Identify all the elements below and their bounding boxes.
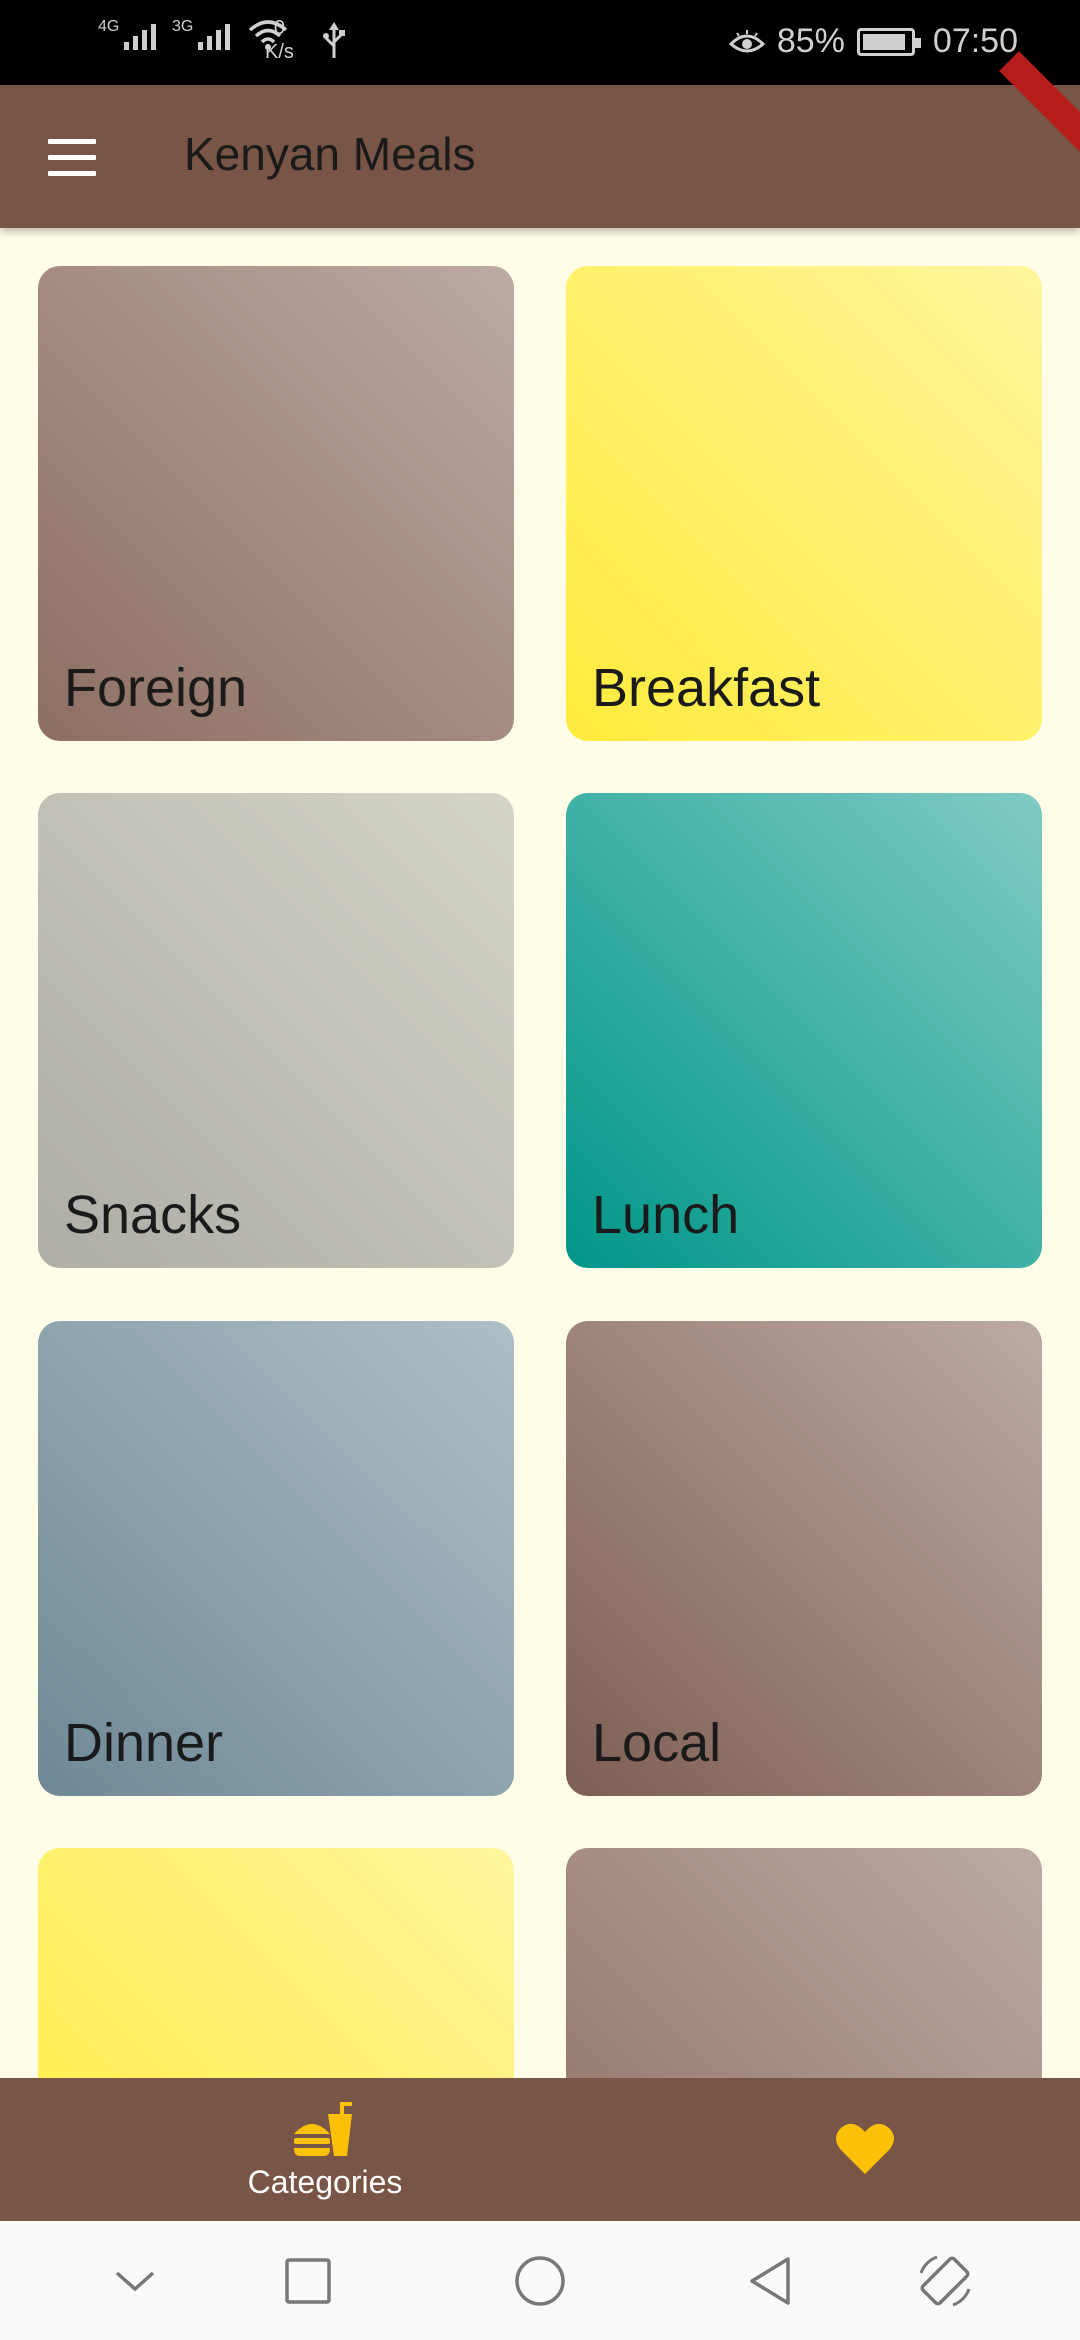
signal-4g-icon: 4G <box>98 18 156 50</box>
category-tile-snacks[interactable]: Snacks <box>38 793 514 1268</box>
category-tile-local[interactable]: Local <box>566 1321 1042 1796</box>
back-icon[interactable] <box>720 2221 820 2340</box>
signal-3g-label: 3G <box>172 18 194 35</box>
home-icon[interactable] <box>490 2221 590 2340</box>
category-tile-partial-1[interactable] <box>38 1848 514 2078</box>
chevron-down-icon[interactable] <box>85 2221 185 2340</box>
battery-percent: 85% <box>776 22 845 60</box>
category-label: Dinner <box>64 1713 224 1773</box>
category-label: Local <box>592 1713 722 1773</box>
category-tile-partial-2[interactable] <box>566 1848 1042 2078</box>
fastfood-icon <box>290 2100 360 2160</box>
eye-comfort-icon <box>728 29 765 52</box>
system-navigation-bar <box>0 2221 1080 2340</box>
status-bar: 4G 3G 0 K/s 85% 07:50 <box>0 0 1080 85</box>
category-label: Foreign <box>64 658 248 718</box>
bottom-navigation: Categories <box>0 2078 1080 2221</box>
nav-label-categories: Categories <box>247 2164 403 2200</box>
status-left: 4G 3G <box>90 18 288 50</box>
rotate-icon[interactable] <box>895 2221 995 2340</box>
speed-value: 0 <box>273 17 286 39</box>
category-tile-lunch[interactable]: Lunch <box>566 793 1042 1268</box>
signal-4g-label: 4G <box>98 18 120 35</box>
recents-icon[interactable] <box>258 2221 358 2340</box>
category-tile-dinner[interactable]: Dinner <box>38 1321 514 1796</box>
speed-unit: K/s <box>265 41 294 63</box>
category-grid[interactable]: Foreign Breakfast Snacks Lunch Dinner Lo… <box>0 228 1080 2078</box>
signal-3g-icon: 3G <box>172 18 230 50</box>
page-title: Kenyan Meals <box>184 128 476 180</box>
battery-icon <box>856 27 921 56</box>
category-label: Breakfast <box>592 658 821 718</box>
clock: 07:50 <box>932 22 1018 60</box>
network-speed: 0 K/s <box>265 16 294 64</box>
status-right: 85% 07:50 <box>728 22 1018 61</box>
category-tile-breakfast[interactable]: Breakfast <box>566 266 1042 741</box>
nav-item-categories[interactable]: Categories <box>245 2100 405 2201</box>
heart-icon <box>836 2123 894 2174</box>
category-tile-foreign[interactable]: Foreign <box>38 266 514 741</box>
nav-item-favorites[interactable] <box>835 2120 895 2176</box>
category-label: Snacks <box>64 1185 242 1245</box>
app-bar: Kenyan Meals <box>0 51 1080 228</box>
usb-icon <box>323 22 345 58</box>
category-label: Lunch <box>592 1185 740 1245</box>
menu-icon[interactable] <box>48 139 96 176</box>
